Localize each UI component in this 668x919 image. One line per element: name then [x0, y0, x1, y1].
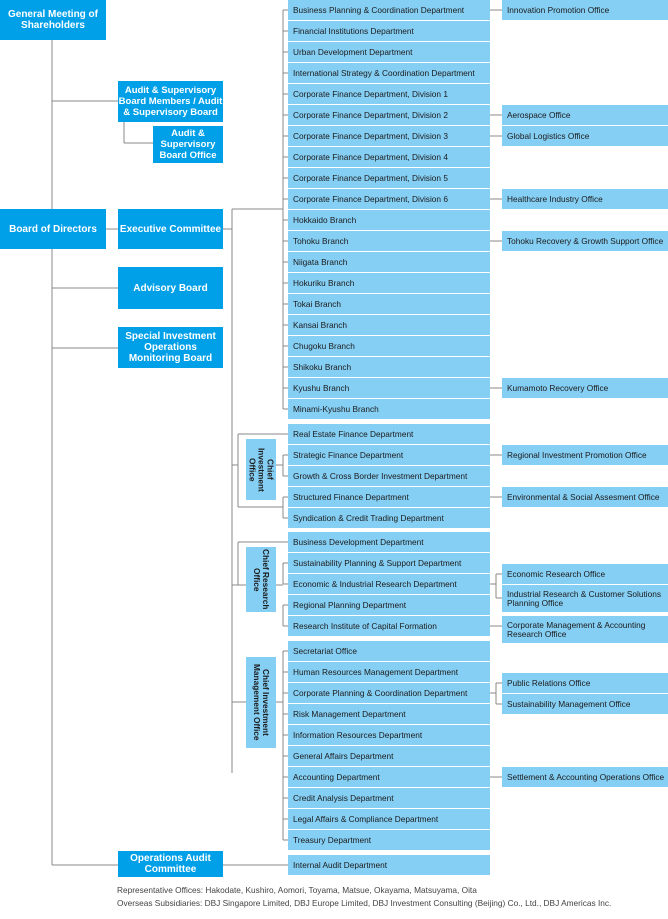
department-box: General Affairs Department: [288, 746, 490, 766]
advisory-board-box: Advisory Board: [118, 267, 223, 309]
cio-label: Chief Investment Office: [247, 447, 276, 492]
department-box: Information Resources Department: [288, 725, 490, 745]
department-box: Growth & Cross Border Investment Departm…: [288, 466, 490, 486]
cimo-label: Chief Investment Management Office: [252, 664, 271, 741]
department-box: Tohoku Branch: [288, 231, 490, 251]
audit-board-label: Audit & Supervisory Board Members / Audi…: [118, 85, 223, 118]
audit-board-box: Audit & Supervisory Board Members / Audi…: [118, 81, 223, 122]
org-chart: General Meeting of Shareholders Audit & …: [0, 0, 668, 919]
department-box: Accounting Department: [288, 767, 490, 787]
general-meeting-label: General Meeting of Shareholders: [7, 9, 98, 31]
department-box: Regional Planning Department: [288, 595, 490, 615]
department-box: Corporate Finance Department, Division 5: [288, 168, 490, 188]
office-box: Aerospace Office: [502, 105, 668, 125]
department-box: Chugoku Branch: [288, 336, 490, 356]
department-box: Corporate Finance Department, Division 1: [288, 84, 490, 104]
audit-board-office-label: Audit & Supervisory Board Office: [159, 128, 217, 161]
department-box: Business Planning & Coordination Departm…: [288, 0, 490, 20]
department-box: Kyushu Branch: [288, 378, 490, 398]
cro-label: Chief Research Office: [252, 549, 271, 610]
department-box: Kansai Branch: [288, 315, 490, 335]
department-box: Tokai Branch: [288, 294, 490, 314]
cimo-box: Chief Investment Management Office: [246, 657, 276, 748]
department-box: Secretariat Office: [288, 641, 490, 661]
department-box: Business Development Department: [288, 532, 490, 552]
department-box: Corporate Finance Department, Division 2: [288, 105, 490, 125]
executive-committee-box: Executive Committee: [118, 209, 223, 249]
operations-audit-label: Operations Audit Committee: [130, 853, 211, 875]
office-box: Healthcare Industry Office: [502, 189, 668, 209]
operations-audit-box: Operations Audit Committee: [118, 851, 223, 877]
representative-offices: Representative Offices: Hakodate, Kushir…: [117, 885, 477, 895]
department-box: Urban Development Department: [288, 42, 490, 62]
department-box: Niigata Branch: [288, 252, 490, 272]
department-box: Financial Institutions Department: [288, 21, 490, 41]
general-meeting-box: General Meeting of Shareholders: [0, 0, 106, 40]
cio-box: Chief Investment Office: [246, 439, 276, 500]
overseas-subsidiaries: Overseas Subsidiaries: DBJ Singapore Lim…: [117, 898, 612, 908]
office-box: Global Logistics Office: [502, 126, 668, 146]
office-box: Public Relations Office: [502, 673, 668, 693]
office-box: Regional Investment Promotion Office: [502, 445, 668, 465]
office-box: Sustainability Management Office: [502, 694, 668, 714]
department-box: Risk Management Department: [288, 704, 490, 724]
department-box: Syndication & Credit Trading Department: [288, 508, 490, 528]
department-box: Hokuriku Branch: [288, 273, 490, 293]
advisory-board-label: Advisory Board: [133, 282, 208, 294]
special-investment-box: Special Investment Operations Monitoring…: [118, 327, 223, 368]
department-box: Minami-Kyushu Branch: [288, 399, 490, 419]
department-box: Strategic Finance Department: [288, 445, 490, 465]
department-box: Hokkaido Branch: [288, 210, 490, 230]
department-box: Corporate Planning & Coordination Depart…: [288, 683, 490, 703]
executive-committee-label: Executive Committee: [119, 223, 222, 235]
cro-box: Chief Research Office: [246, 547, 276, 612]
board-of-directors-box: Board of Directors: [0, 209, 106, 249]
department-box: Internal Audit Department: [288, 855, 490, 875]
board-of-directors-label: Board of Directors: [9, 223, 97, 235]
office-box: Corporate Management & Accounting Resear…: [502, 616, 668, 643]
special-investment-label: Special Investment Operations Monitoring…: [125, 331, 216, 364]
department-box: Corporate Finance Department, Division 3: [288, 126, 490, 146]
office-box: Environmental & Social Assesment Office: [502, 487, 668, 507]
department-box: Credit Analysis Department: [288, 788, 490, 808]
department-box: Research Institute of Capital Formation: [288, 616, 490, 636]
department-box: Human Resources Management Department: [288, 662, 490, 682]
department-box: Treasury Department: [288, 830, 490, 850]
office-box: Tohoku Recovery & Growth Support Office: [502, 231, 668, 251]
department-box: Economic & Industrial Research Departmen…: [288, 574, 490, 594]
department-box: Real Estate Finance Department: [288, 424, 490, 444]
department-box: Corporate Finance Department, Division 4: [288, 147, 490, 167]
department-box: Structured Finance Department: [288, 487, 490, 507]
office-box: Industrial Research & Customer Solutions…: [502, 585, 668, 612]
department-box: Corporate Finance Department, Division 6: [288, 189, 490, 209]
department-box: Legal Affairs & Compliance Department: [288, 809, 490, 829]
office-box: Settlement & Accounting Operations Offic…: [502, 767, 668, 787]
office-box: Innovation Promotion Office: [502, 0, 668, 20]
office-box: Kumamoto Recovery Office: [502, 378, 668, 398]
department-box: International Strategy & Coordination De…: [288, 63, 490, 83]
department-box: Sustainability Planning & Support Depart…: [288, 553, 490, 573]
office-box: Economic Research Office: [502, 564, 668, 584]
department-box: Shikoku Branch: [288, 357, 490, 377]
audit-board-office-box: Audit & Supervisory Board Office: [153, 126, 223, 163]
